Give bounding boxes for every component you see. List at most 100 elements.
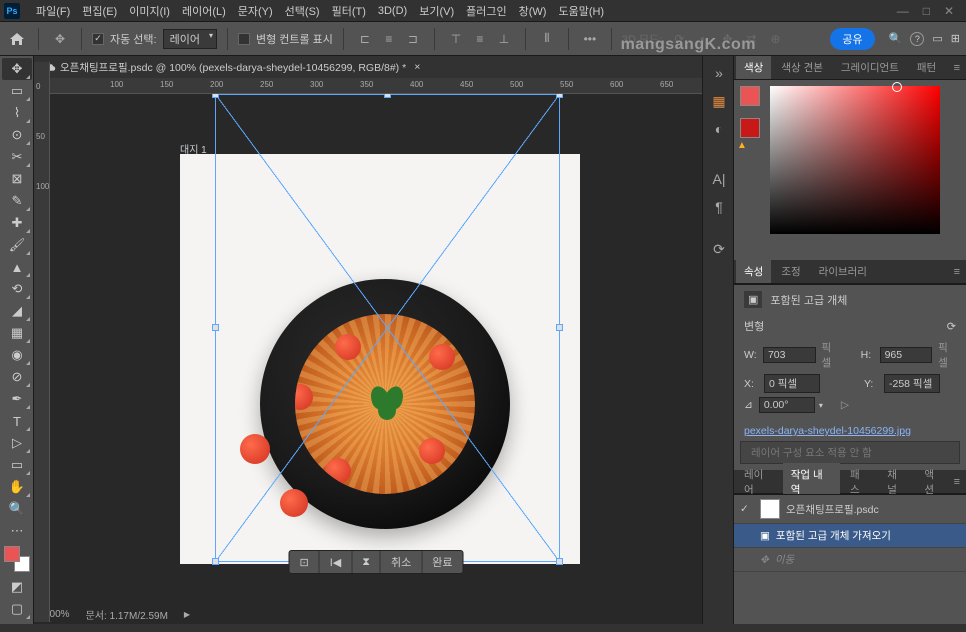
crop-tool[interactable]: ✂ — [2, 146, 32, 168]
help-icon[interactable]: ? — [910, 32, 924, 46]
align-top-icon[interactable]: ⊤ — [445, 29, 467, 49]
artboard-label[interactable]: 대지 1 — [180, 141, 207, 156]
panel-menu-icon[interactable]: ≡ — [954, 476, 964, 488]
foreground-color-swatch[interactable] — [4, 546, 20, 562]
menu-view[interactable]: 보기(V) — [413, 1, 460, 21]
reset-transform-icon[interactable]: ⟳ — [947, 320, 956, 333]
dodge-tool[interactable]: ⊘ — [2, 366, 32, 388]
menu-select[interactable]: 선택(S) — [279, 1, 326, 21]
height-input[interactable]: 965 — [880, 347, 933, 363]
eyedropper-tool[interactable]: ✎ — [2, 190, 32, 212]
paragraph-dock-icon[interactable]: ¶ — [703, 194, 735, 220]
menu-type[interactable]: 문자(Y) — [232, 1, 279, 21]
distribute-icon[interactable]: ⫴ — [536, 29, 558, 49]
panel-menu-icon[interactable]: ⊞ — [951, 32, 960, 45]
align-bottom-icon[interactable]: ⊥ — [493, 29, 515, 49]
stamp-tool[interactable]: ▲ — [2, 256, 32, 278]
tab-gradients[interactable]: 그레이디언트 — [833, 56, 907, 79]
menu-edit[interactable]: 편집(E) — [76, 1, 123, 21]
zoom-tool[interactable]: 🔍 — [2, 498, 32, 520]
tab-patterns[interactable]: 패턴 — [909, 56, 944, 79]
artboard[interactable] — [180, 154, 580, 564]
panel-menu-icon[interactable]: ≡ — [954, 62, 964, 74]
gamut-warning-icon[interactable]: ▲ — [737, 140, 747, 151]
gradient-tool[interactable]: ▦ — [2, 322, 32, 344]
commit-button[interactable]: 완료 — [422, 551, 462, 573]
history-step-row[interactable]: ✥ 이동 — [734, 548, 966, 572]
hand-tool[interactable]: ✋ — [2, 476, 32, 498]
search-icon[interactable]: 🔍 — [889, 32, 903, 45]
angle-input[interactable]: 0.00° — [759, 397, 815, 413]
color-fg-swatch[interactable] — [740, 86, 760, 106]
canvas-viewport[interactable]: 대지 1 — [50, 94, 702, 604]
menu-help[interactable]: 도움말(H) — [552, 1, 610, 21]
reset-icon[interactable]: ⧗ — [352, 551, 381, 573]
tab-swatches[interactable]: 색상 견본 — [773, 56, 831, 79]
width-input[interactable]: 703 — [763, 347, 816, 363]
lasso-tool[interactable]: ⌇ — [2, 102, 32, 124]
move-tool[interactable]: ✥ — [2, 58, 32, 80]
tab-adjust[interactable]: 조정 — [773, 260, 808, 283]
handle-top-left[interactable] — [212, 94, 219, 98]
align-left-icon[interactable]: ⊏ — [354, 29, 376, 49]
panel-menu-icon[interactable]: ≡ — [954, 266, 964, 278]
collapse-arrows-icon[interactable]: » — [703, 60, 735, 86]
anchor-icon[interactable]: ⊡ — [290, 551, 320, 573]
brush-tool[interactable]: 🖌 — [2, 234, 32, 256]
menu-layer[interactable]: 레이어(L) — [176, 1, 232, 21]
y-input[interactable]: -258 픽셀 — [884, 374, 940, 393]
auto-select-checkbox[interactable]: ✓ — [92, 33, 104, 45]
more-options-icon[interactable]: ••• — [579, 29, 601, 49]
brushes-dock-icon[interactable]: ⟳ — [703, 236, 735, 262]
menu-plugins[interactable]: 플러그인 — [460, 1, 512, 21]
maximize-icon[interactable]: □ — [923, 4, 930, 18]
tab-color[interactable]: 색상 — [736, 56, 771, 79]
color-field[interactable] — [770, 86, 940, 234]
share-button[interactable]: 공유 — [830, 28, 874, 50]
menu-filter[interactable]: 필터(T) — [326, 1, 372, 21]
close-icon[interactable]: ✕ — [944, 4, 954, 18]
move-tool-icon[interactable]: ✥ — [49, 29, 71, 49]
type-tool[interactable]: T — [2, 410, 32, 432]
quick-select-tool[interactable]: ⊙ — [2, 124, 32, 146]
marquee-tool[interactable]: ▭ — [2, 80, 32, 102]
doc-size[interactable]: 문서: 1.17M/2.59M — [86, 607, 168, 622]
tab-libraries[interactable]: 라이브러리 — [811, 260, 875, 283]
eraser-tool[interactable]: ◢ — [2, 300, 32, 322]
menu-file[interactable]: 파일(F) — [30, 1, 76, 21]
color-swatch-pair[interactable] — [4, 546, 30, 572]
frame-tool[interactable]: ⊠ — [2, 168, 32, 190]
tab-close-icon[interactable]: × — [414, 61, 420, 73]
menu-3d[interactable]: 3D(D) — [372, 3, 413, 19]
color-cursor[interactable] — [892, 82, 902, 92]
reset-prev-icon[interactable]: I◀ — [320, 551, 353, 573]
quick-mask-icon[interactable]: ◩ — [2, 576, 32, 598]
history-brush-tool[interactable]: ⟲ — [2, 278, 32, 300]
align-right-icon[interactable]: ⊐ — [402, 29, 424, 49]
ruler-horizontal[interactable]: 100 150 200 250 300 350 400 450 500 550 … — [50, 78, 702, 94]
history-brush-source-icon[interactable]: ✓ — [740, 503, 754, 515]
workspace-icon[interactable]: ▭ — [932, 32, 942, 45]
pen-tool[interactable]: ✒ — [2, 388, 32, 410]
screen-mode-icon[interactable]: ▢ — [2, 598, 32, 620]
align-center-h-icon[interactable]: ≡ — [378, 29, 400, 49]
menu-window[interactable]: 창(W) — [513, 1, 553, 21]
character-dock-icon[interactable]: A| — [703, 166, 735, 192]
home-button[interactable] — [6, 29, 28, 49]
heal-tool[interactable]: ✚ — [2, 212, 32, 234]
cancel-button[interactable]: 취소 — [381, 551, 422, 573]
color-secondary-swatch[interactable]: ▲ — [740, 118, 760, 138]
path-select-tool[interactable]: ▷ — [2, 432, 32, 454]
tab-properties[interactable]: 속성 — [736, 260, 771, 283]
auto-select-dropdown[interactable]: 레이어 — [163, 29, 217, 49]
layer-comp-dropdown[interactable]: 레이어 구성 요소 적용 안 함 — [740, 441, 960, 464]
blur-tool[interactable]: ◉ — [2, 344, 32, 366]
ruler-vertical[interactable]: 0 50 100 — [34, 62, 50, 622]
linked-file-name[interactable]: pexels-darya-sheydel-10456299.jpg — [734, 421, 966, 441]
flip-h-icon[interactable]: ▷ — [841, 399, 849, 411]
history-document-row[interactable]: ✓ 오픈채팅프로필.psdc — [734, 495, 966, 524]
handle-top-right[interactable] — [556, 94, 563, 98]
align-middle-icon[interactable]: ≡ — [469, 29, 491, 49]
menu-image[interactable]: 이미지(I) — [123, 1, 176, 21]
document-tab[interactable]: 오픈채팅프로필.psdc @ 100% (pexels-darya-sheyde… — [34, 56, 702, 78]
